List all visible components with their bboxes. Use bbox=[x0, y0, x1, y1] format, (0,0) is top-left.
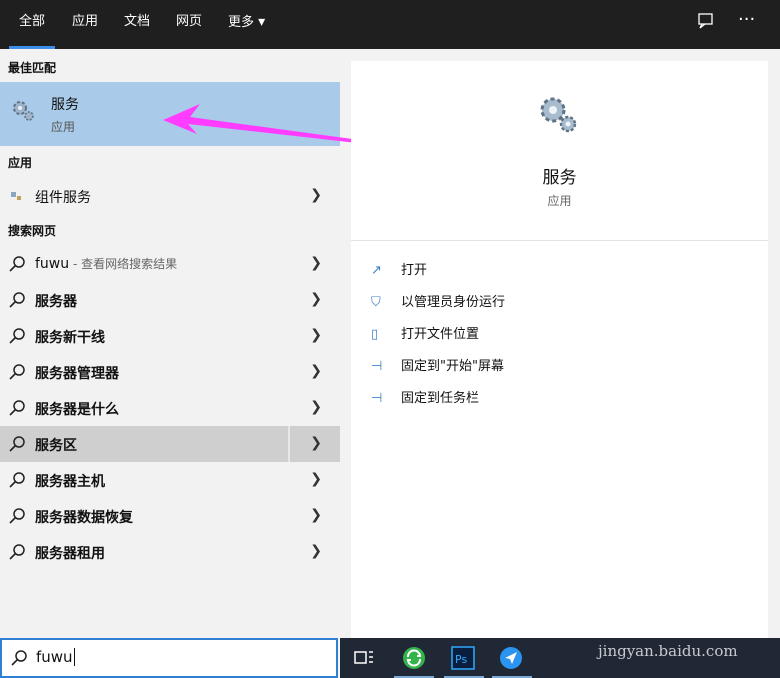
task-view-icon[interactable] bbox=[352, 646, 376, 670]
photoshop-icon[interactable]: Ps bbox=[451, 646, 475, 670]
admin-shield-icon: ⛉ bbox=[371, 295, 381, 310]
watermark-logo: Baidu经验 bbox=[598, 608, 757, 643]
detail-subtitle: 应用 bbox=[547, 194, 572, 208]
search-input[interactable]: fuwu bbox=[36, 648, 75, 666]
action-label: 打开文件位置 bbox=[401, 327, 480, 342]
open-icon: ↗ bbox=[371, 263, 382, 278]
action-label: 固定到"开始"屏幕 bbox=[401, 359, 504, 374]
detail-title: 服务 bbox=[542, 168, 577, 188]
detail-pane: 服务 应用 ↗ 打开 ⛉ 以管理员身份运行 ▯ 打开文件位置 ⊣ 固定到"开始"屏幕 ⊣… bbox=[351, 61, 768, 639]
divider bbox=[351, 240, 768, 241]
watermark-url: jingyan.baidu.com bbox=[598, 642, 738, 660]
file-location-icon: ▯ bbox=[371, 327, 379, 342]
action-pin-to-start[interactable]: ⊣ 固定到"开始"屏幕 bbox=[371, 355, 504, 374]
search-box[interactable]: fuwu bbox=[0, 638, 338, 678]
svg-text:Ps: Ps bbox=[455, 653, 467, 666]
search-icon bbox=[11, 650, 27, 666]
action-open-file-location[interactable]: ▯ 打开文件位置 bbox=[371, 323, 479, 342]
action-label: 打开 bbox=[401, 263, 428, 278]
action-run-as-admin[interactable]: ⛉ 以管理员身份运行 bbox=[371, 291, 505, 310]
pin-start-icon: ⊣ bbox=[371, 359, 383, 374]
browser-icon[interactable] bbox=[402, 646, 426, 670]
action-label: 固定到任务栏 bbox=[401, 391, 480, 406]
pin-taskbar-icon: ⊣ bbox=[371, 391, 383, 406]
action-label: 以管理员身份运行 bbox=[401, 295, 506, 310]
messenger-icon[interactable] bbox=[499, 646, 523, 670]
action-pin-to-taskbar[interactable]: ⊣ 固定到任务栏 bbox=[371, 387, 479, 406]
action-open[interactable]: ↗ 打开 bbox=[371, 259, 427, 278]
services-gear-icon bbox=[540, 97, 577, 133]
